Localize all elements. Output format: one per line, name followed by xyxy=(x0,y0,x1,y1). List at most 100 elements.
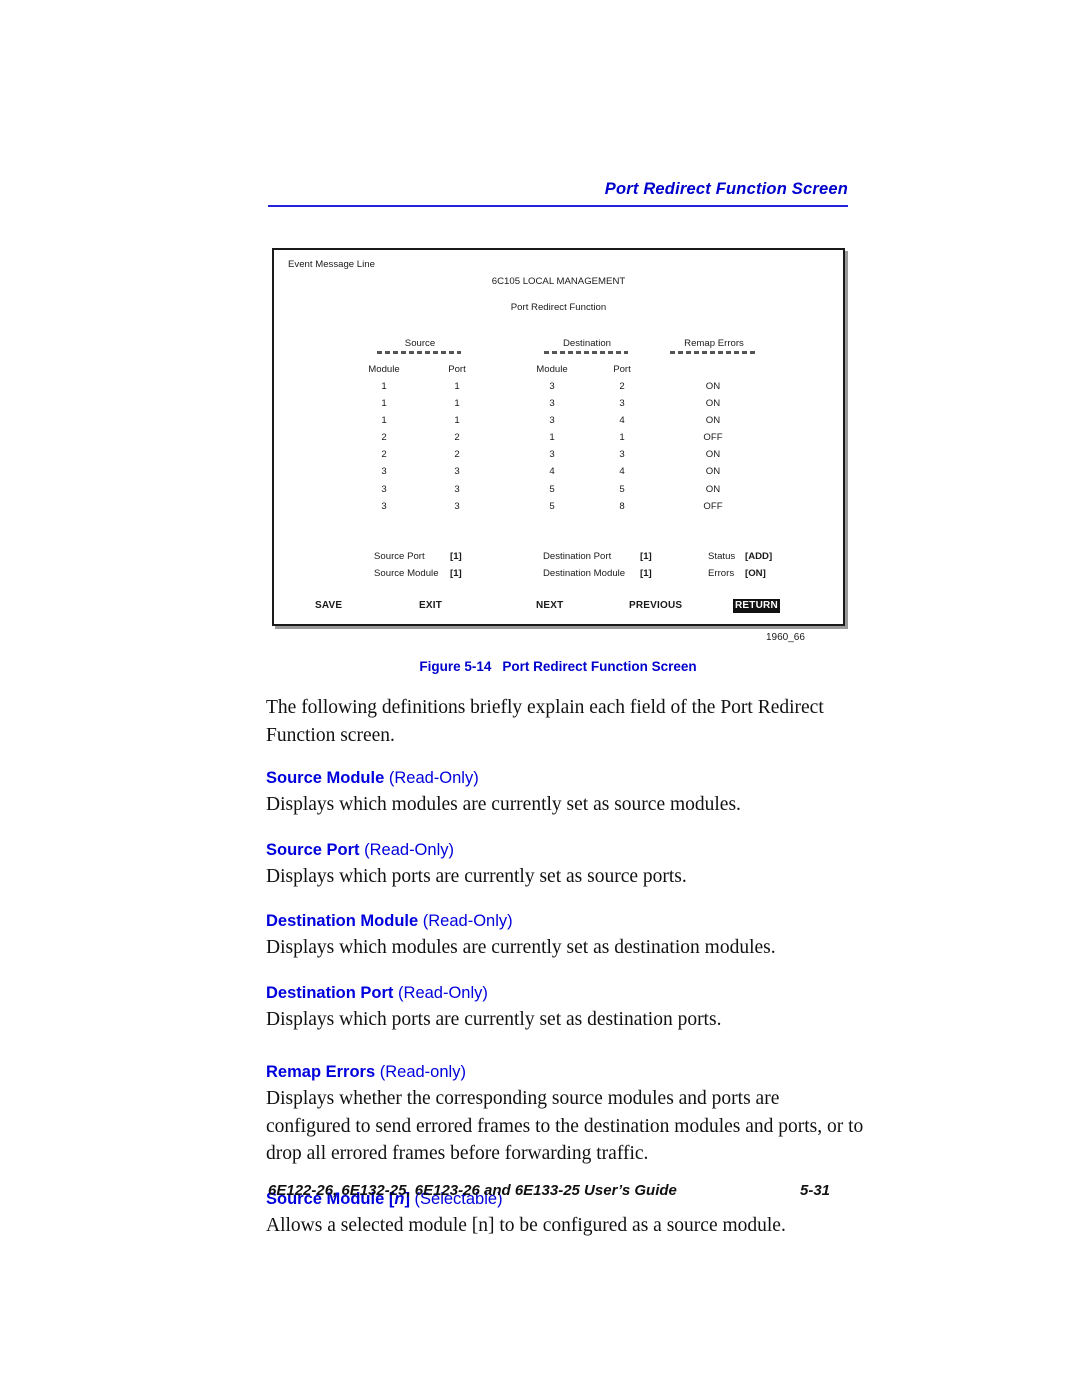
cell-source-module: 1 xyxy=(381,381,387,392)
definition-qualifier: (Read-Only) xyxy=(388,769,479,787)
definition-source-port: Source Port (Read-Only) Displays which p… xyxy=(266,838,866,891)
event-message-line: Event Message Line xyxy=(288,259,375,270)
definition-term: Remap Errors xyxy=(266,1063,376,1081)
column-header-destination-module: Module xyxy=(536,364,568,375)
definition-text: Displays which modules are currently set… xyxy=(266,794,741,815)
header-rule xyxy=(268,205,848,207)
cell-source-port: 1 xyxy=(454,398,460,410)
definition-term: Destination Module xyxy=(266,912,419,930)
cell-destination-module: 3 xyxy=(549,449,555,461)
cell-destination-module: 3 xyxy=(549,381,555,392)
running-head: Port Redirect Function Screen xyxy=(604,180,848,198)
definition-text: Displays which ports are currently set a… xyxy=(266,1008,722,1030)
cell-destination-module: 3 xyxy=(549,415,555,427)
screen-subtitle: Port Redirect Function xyxy=(510,302,607,313)
figure-id-label: 1960_66 xyxy=(766,632,805,643)
definition-term: Destination Port xyxy=(266,983,394,1002)
cell-destination-port: 2 xyxy=(619,381,625,392)
definition-qualifier: (Read-Only) xyxy=(364,840,454,859)
cell-remap-errors: OFF xyxy=(703,500,723,512)
table-column-source-port: 1 1 1 2 2 3 3 3 xyxy=(422,378,492,515)
cell-remap-errors: ON xyxy=(705,483,721,495)
definition-qualifier: (Read-Only) xyxy=(422,912,513,930)
column-header-source-module: Module xyxy=(368,364,400,375)
definition-term: Source Port xyxy=(266,840,360,859)
cell-destination-module: 5 xyxy=(549,483,555,495)
cell-remap-errors: ON xyxy=(705,415,721,427)
definition-remap-errors: Remap Errors (Read-only) Displays whethe… xyxy=(266,1060,866,1168)
cell-destination-port: 4 xyxy=(619,466,625,478)
cell-source-module: 1 xyxy=(381,415,387,427)
cell-source-module: 2 xyxy=(381,449,387,461)
cell-destination-module: 1 xyxy=(549,432,555,444)
definition-heading: Destination Module (Read-Only) xyxy=(266,909,866,933)
field-value-source-port[interactable]: [1] xyxy=(450,551,462,562)
group-rule-destination xyxy=(544,351,628,354)
field-value-destination-module[interactable]: [1] xyxy=(640,568,652,579)
field-label-source-module: Source Module xyxy=(374,568,439,579)
cell-source-module: 3 xyxy=(381,466,387,478)
cell-destination-port: 5 xyxy=(619,483,625,495)
cell-source-module: 2 xyxy=(381,432,387,444)
table-column-source-module: 1 1 1 2 2 3 3 3 xyxy=(349,378,419,515)
cell-remap-errors: ON xyxy=(705,398,721,410)
cell-source-module: 3 xyxy=(381,500,387,512)
cell-source-port: 1 xyxy=(454,415,460,427)
cell-destination-port: 3 xyxy=(619,449,625,461)
column-header-destination-port: Port xyxy=(613,364,631,375)
body-copy: The following definitions briefly explai… xyxy=(266,694,866,1258)
field-value-destination-port[interactable]: [1] xyxy=(640,551,652,562)
definition-qualifier: (Read-only) xyxy=(379,1063,466,1081)
figure-caption-title: Port Redirect Function Screen xyxy=(502,659,697,674)
table-column-remap-errors: ON ON ON OFF ON ON ON OFF xyxy=(678,378,748,515)
cell-destination-module: 5 xyxy=(549,500,555,512)
group-header-source: Source xyxy=(404,338,436,349)
cell-source-port: 1 xyxy=(454,381,460,392)
definition-destination-port: Destination Port (Read-Only) Displays wh… xyxy=(266,981,866,1034)
field-value-status[interactable]: [ADD] xyxy=(745,551,772,562)
definition-source-module: Source Module (Read-Only) Displays which… xyxy=(266,766,866,819)
definition-term: Source Module xyxy=(266,769,385,787)
command-next[interactable]: NEXT xyxy=(536,600,563,611)
command-save[interactable]: SAVE xyxy=(315,600,342,611)
figure-caption-number: Figure 5-14 xyxy=(419,659,492,674)
command-return[interactable]: RETURN xyxy=(733,599,780,613)
group-header-destination: Destination xyxy=(563,338,611,349)
cell-source-port: 3 xyxy=(454,500,460,512)
cell-source-module: 1 xyxy=(381,398,387,410)
cell-source-port: 2 xyxy=(454,449,460,461)
cell-destination-port: 4 xyxy=(619,415,625,427)
field-label-destination-module: Destination Module xyxy=(543,568,626,579)
command-exit[interactable]: EXIT xyxy=(419,600,442,611)
command-previous[interactable]: PREVIOUS xyxy=(629,600,682,611)
cell-source-port: 3 xyxy=(454,466,460,478)
definition-text: Displays which ports are currently set a… xyxy=(266,865,687,887)
field-value-errors[interactable]: [ON] xyxy=(745,568,766,579)
cell-remap-errors: OFF xyxy=(703,432,723,444)
cell-source-port: 2 xyxy=(454,432,460,444)
field-label-source-port: Source Port xyxy=(374,551,425,562)
screen-title: 6C105 LOCAL MANAGEMENT xyxy=(491,276,626,287)
cell-source-port: 3 xyxy=(454,483,460,495)
group-header-remap-errors: Remap Errors xyxy=(684,338,744,349)
field-value-source-module[interactable]: [1] xyxy=(450,568,462,579)
definition-qualifier: (Read-Only) xyxy=(398,983,488,1002)
group-rule-remap-errors xyxy=(670,351,758,354)
table-column-destination-port: 2 3 4 1 3 4 5 8 xyxy=(587,378,657,515)
definition-text: Displays which modules are currently set… xyxy=(266,937,776,958)
group-rule-source xyxy=(377,351,461,354)
terminal-screen-figure: Event Message Line 6C105 LOCAL MANAGEMEN… xyxy=(272,248,845,626)
field-label-destination-port: Destination Port xyxy=(543,551,612,562)
cell-destination-port: 1 xyxy=(619,432,625,444)
cell-destination-module: 3 xyxy=(549,398,555,410)
definition-heading: Destination Port (Read-Only) xyxy=(266,981,866,1005)
cell-remap-errors: ON xyxy=(705,466,721,478)
cell-source-module: 3 xyxy=(381,483,387,495)
definition-heading: Source Port (Read-Only) xyxy=(266,838,866,862)
intro-paragraph: The following definitions briefly explai… xyxy=(266,697,824,746)
definition-text: Displays whether the corresponding sourc… xyxy=(266,1088,864,1164)
footer-page-number: 5-31 xyxy=(800,1182,831,1199)
field-label-errors: Errors xyxy=(708,568,735,579)
footer-guide-title: 6E122-26, 6E132-25, 6E123-26 and 6E133-2… xyxy=(268,1182,677,1199)
cell-destination-port: 3 xyxy=(619,398,625,410)
